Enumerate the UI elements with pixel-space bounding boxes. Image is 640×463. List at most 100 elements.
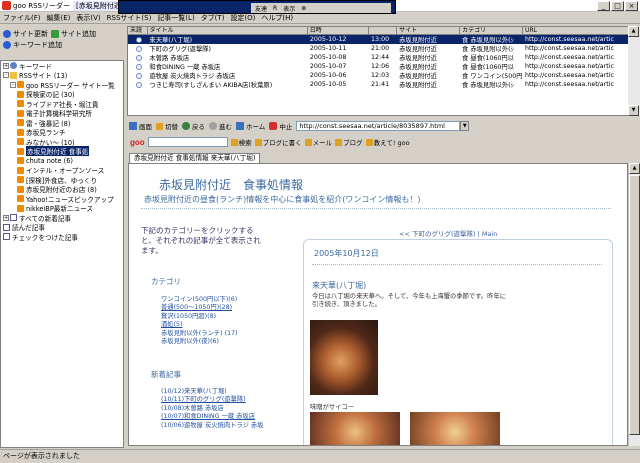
table-row[interactable]: 和食DINING 一蔵 赤坂店 2005-10-07 12:06 赤坂見附付近 食昼食(… — [128, 62, 639, 71]
menu-file[interactable]: ファイル(F) — [3, 13, 41, 23]
scroll-thumb[interactable] — [629, 175, 640, 435]
menu-rss-site[interactable]: RSSサイト(S) — [107, 13, 152, 23]
goo-search-button[interactable]: 検索 — [230, 137, 252, 147]
tree-item[interactable]: 探検家の記 (30) — [1, 90, 123, 99]
category-link[interactable]: 赤坂見附以外(夜)(6) — [161, 336, 291, 344]
home-button[interactable]: ホーム — [236, 121, 265, 131]
tree-item[interactable]: 赤坂見附付近 食事処 — [1, 146, 123, 157]
category-link[interactable]: 赤坂見附以外(ランチ) (17) — [161, 328, 291, 336]
recent-link[interactable]: (10/11)下町のグリグ(遊撃隊) — [161, 394, 291, 402]
maximize-button[interactable]: □ — [611, 1, 624, 11]
teach-goo-button[interactable]: 教えて! goo — [365, 137, 410, 147]
table-row[interactable]: つきじ寿司(すしざんまい AKIBA店(秋葉原) 2005-10-05 21:41 赤… — [128, 80, 639, 89]
collapse-icon[interactable]: - — [10, 81, 16, 88]
tree-item[interactable]: チェックをつけた記事 — [1, 232, 123, 242]
rss-icon — [17, 90, 24, 98]
site-update-button[interactable]: サイト更新 — [3, 29, 48, 39]
tree-item[interactable]: nikkeiBP最新ニュース — [1, 204, 123, 213]
menu-tab[interactable]: タブ(T) — [201, 13, 225, 23]
tree-item[interactable]: 読んだ記事 — [1, 223, 123, 232]
col-title[interactable]: タイトル — [148, 27, 308, 34]
category-link[interactable]: 贅沢(1050円超)(8) — [161, 311, 291, 319]
tree-item[interactable]: インテル・オープンソース — [1, 166, 123, 175]
tree-item[interactable]: ライブドア社長・堀江貴 — [1, 99, 123, 109]
recent-link[interactable]: (10/08)木曽路 赤坂店 — [161, 403, 291, 411]
recent-link[interactable]: (10/07)和食DINING 一蔵 赤坂店 — [161, 411, 291, 419]
menu-article-list[interactable]: 記事一覧(L) — [157, 13, 194, 23]
menu-settings[interactable]: 設定(O) — [230, 13, 255, 23]
menu-help[interactable]: ヘルプ(H) — [261, 13, 293, 23]
stop-button[interactable]: 中止 — [269, 121, 292, 131]
table-row[interactable]: 来天華(八丁堀) 2005-10-12 13:00 赤坂見附付近食赤坂見附以外(ｼ ht… — [128, 35, 639, 44]
recent-link[interactable]: (10/06)遊牧屋 炭火焼肉トラジ 赤坂 — [161, 420, 291, 428]
col-time[interactable] — [369, 27, 398, 34]
keyword-add-label: キーワード追加 — [13, 40, 62, 49]
category-main: 食 — [462, 82, 469, 89]
food-photo[interactable] — [410, 412, 500, 445]
tree-item[interactable]: chuta note (6) — [1, 156, 123, 166]
back-button[interactable]: 戻る — [182, 121, 205, 131]
page-scrollbar[interactable]: ▲ — [628, 163, 640, 446]
site-cell: 赤坂見附付近 — [399, 55, 437, 62]
forward-button[interactable]: 進む — [209, 121, 232, 131]
unread-cell — [128, 54, 147, 61]
table-row[interactable]: 木曽路 赤坂店 2005-10-08 12:44 赤坂見附付近食昼食(1060円以 ht… — [128, 53, 639, 62]
table-row[interactable]: 遊牧屋 炭火焼肉トラジ 赤坂店 2005-10-06 12:03 赤坂見附付近 食ワンコ… — [128, 71, 639, 80]
close-button[interactable]: × — [625, 1, 638, 11]
tree-item[interactable]: + キーワード — [1, 61, 123, 71]
prev-post-link[interactable]: << 下町のグリグ(遊撃隊) | Main — [399, 228, 497, 238]
pencil-icon — [254, 138, 262, 146]
tree-item[interactable]: 雷・強暴記 (8) — [1, 118, 123, 128]
col-site[interactable]: サイト — [397, 27, 461, 34]
screen-button[interactable]: 画面 — [129, 121, 152, 131]
date-cell: 2005-10-05 — [309, 81, 347, 88]
post-title[interactable]: 来天華(八丁堀) — [312, 280, 366, 291]
tree-item[interactable]: - goo RSSリーダー サイト一覧 — [1, 80, 123, 90]
tree-item[interactable]: みなかい～ (10) — [1, 137, 123, 147]
mail-button[interactable]: メール — [304, 137, 332, 147]
photo-caption: 味噌がサイコー — [310, 404, 355, 411]
menu-edit[interactable]: 編集(E) — [47, 13, 71, 23]
minimize-button[interactable]: _ — [597, 1, 610, 11]
tree-item[interactable]: - RSSサイト (13) — [1, 71, 123, 80]
col-unread[interactable]: 未読 — [128, 27, 148, 34]
tab-article[interactable]: 赤坂見附付近 食事処情報 来天華(八丁堀) — [129, 153, 261, 163]
blog-title[interactable]: 赤坂見附付近 食事処情報 — [159, 176, 303, 193]
scroll-down-icon[interactable]: ▼ — [628, 105, 639, 116]
crab-photo[interactable] — [310, 320, 378, 395]
tree-item[interactable]: 赤坂見附付近のお店 (8) — [1, 185, 123, 194]
col-url[interactable]: URL — [523, 27, 639, 34]
scroll-up-icon[interactable]: ▲ — [629, 163, 640, 174]
recent-link[interactable]: (10/12)来天華(八丁堀) — [161, 386, 291, 394]
tree-item[interactable]: 電子計算機科学研究所 — [1, 109, 123, 118]
tree-item[interactable]: Yahoo!ニュースピックアップ — [1, 194, 123, 204]
site-add-button[interactable]: サイト追加 — [51, 29, 96, 39]
switch-button[interactable]: 切替 — [156, 121, 178, 131]
menu-view[interactable]: 表示(V) — [76, 13, 100, 23]
overlay-item[interactable]: R — [273, 5, 277, 12]
food-photo[interactable] — [310, 412, 400, 445]
table-row[interactable]: 下町のグリグ(遊撃隊) 2005-10-11 21:00 赤坂見附付近 食赤坂見附以外(… — [128, 44, 639, 53]
blog-write-button[interactable]: ブログに書く — [254, 137, 302, 147]
list-scrollbar[interactable]: ▲ ▼ — [628, 26, 640, 116]
col-date[interactable]: 日時 — [308, 27, 369, 34]
category-link[interactable]: 酒処(5) — [161, 319, 291, 327]
expand-icon[interactable]: + — [3, 214, 9, 221]
category-link[interactable]: 普通(500～1050円)(28) — [161, 302, 291, 310]
tree-item[interactable]: + すべての新着記事 — [1, 213, 123, 223]
collapse-icon[interactable]: - — [3, 72, 9, 79]
category-cell: 食赤坂見附以外(ｼ — [460, 80, 523, 89]
goo-search-input[interactable] — [147, 137, 228, 147]
scroll-up-icon[interactable]: ▲ — [628, 26, 639, 37]
category-link[interactable]: ワンコイン(500円以下)(6) — [161, 294, 291, 302]
keyword-add-button[interactable]: キーワード追加 — [3, 40, 62, 50]
expand-icon[interactable]: + — [3, 62, 9, 69]
category-main: 食 — [462, 64, 469, 71]
url-input[interactable] — [296, 121, 461, 131]
col-category[interactable]: カテゴリ — [460, 27, 524, 34]
tree-item[interactable]: [探検]外食店、ゆっくり — [1, 175, 123, 185]
overlay-item[interactable]: ⊗ — [301, 5, 306, 12]
url-dropdown-icon[interactable]: ▼ — [460, 121, 470, 131]
tree-item[interactable]: 赤坂見ランチ — [1, 128, 123, 137]
blog-button[interactable]: ブログ — [335, 137, 363, 147]
